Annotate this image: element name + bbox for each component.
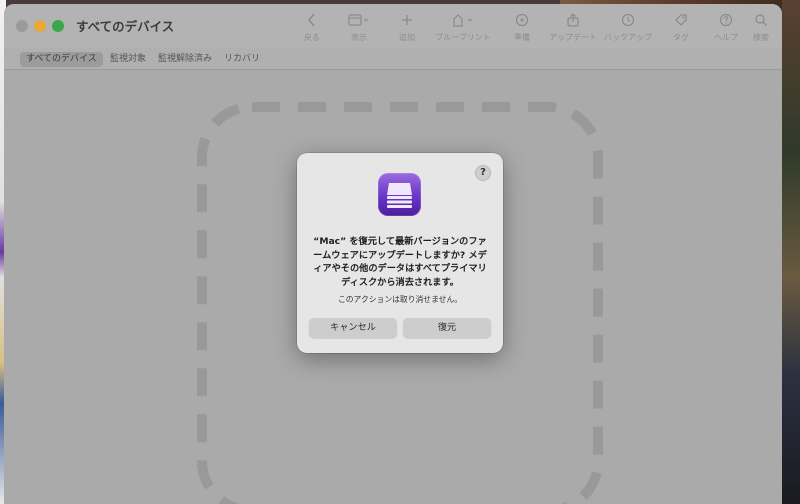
tab-all-devices[interactable]: すべてのデバイス bbox=[20, 52, 103, 67]
minimize-window-button[interactable] bbox=[34, 20, 46, 32]
tag-icon bbox=[674, 10, 688, 30]
dialog-subtext: このアクションは取り消せません。 bbox=[337, 295, 463, 304]
desktop-background-right bbox=[782, 0, 800, 504]
tab-recovery[interactable]: リカバリ bbox=[218, 52, 266, 67]
toolbar-help-button[interactable]: ヘルプ bbox=[706, 10, 746, 46]
tab-unsupervised[interactable]: 監視解除済み bbox=[152, 52, 218, 67]
view-icon bbox=[348, 10, 370, 30]
dialog-button-row: キャンセル 復元 bbox=[309, 318, 491, 338]
toolbar-view-button[interactable]: 表示 bbox=[332, 10, 386, 46]
toolbar-backup-button[interactable]: バックアップ bbox=[600, 10, 656, 46]
blueprint-icon bbox=[451, 10, 475, 30]
update-icon bbox=[566, 10, 580, 30]
backup-icon bbox=[621, 10, 635, 30]
titlebar: すべてのデバイス 戻る 表示 追加 ブループリント 準備 アップデート バックア… bbox=[4, 4, 782, 48]
configurator-app-icon bbox=[378, 173, 421, 216]
restore-button[interactable]: 復元 bbox=[403, 318, 491, 338]
dialog-message: “Mac” を復元して最新バージョンのファームウェアにアップデートしますか? メ… bbox=[313, 236, 487, 288]
toolbar-back-button[interactable]: 戻る bbox=[292, 10, 332, 46]
toolbar-prepare-button[interactable]: 準備 bbox=[498, 10, 546, 46]
toolbar-add-button[interactable]: 追加 bbox=[386, 10, 428, 46]
toolbar-tag-button[interactable]: タグ bbox=[656, 10, 706, 46]
toolbar-blueprint-button[interactable]: ブループリント bbox=[428, 10, 498, 46]
cancel-button[interactable]: キャンセル bbox=[309, 318, 397, 338]
close-window-button[interactable] bbox=[16, 20, 28, 32]
plus-icon bbox=[401, 10, 413, 30]
device-filter-tabs: すべてのデバイス 監視対象 監視解除済み リカバリ bbox=[4, 48, 782, 70]
toolbar-update-button[interactable]: アップデート bbox=[546, 10, 600, 46]
prepare-icon bbox=[515, 10, 529, 30]
restore-confirmation-dialog: ? “Mac” を復元して最新バージョンのファームウェアにアップデートしますか?… bbox=[297, 153, 503, 353]
help-icon bbox=[719, 10, 733, 30]
window-title: すべてのデバイス bbox=[76, 19, 175, 34]
toolbar: 戻る 表示 追加 ブループリント 準備 アップデート バックアップ タグ ヘルプ… bbox=[292, 10, 776, 46]
zoom-window-button[interactable] bbox=[52, 20, 64, 32]
chevron-left-icon bbox=[307, 10, 317, 30]
dialog-help-button[interactable]: ? bbox=[475, 165, 491, 181]
search-icon bbox=[754, 10, 768, 30]
toolbar-search-button[interactable]: 検索 bbox=[746, 10, 776, 46]
tab-supervised[interactable]: 監視対象 bbox=[104, 52, 152, 67]
